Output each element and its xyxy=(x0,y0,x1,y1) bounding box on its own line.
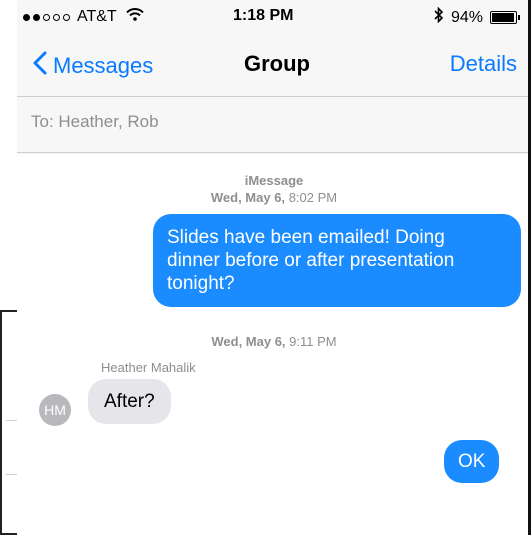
signal-dot-full xyxy=(23,13,30,21)
recipient-field[interactable]: To: Heather, Rob xyxy=(17,96,531,153)
message-text-line: tonight? xyxy=(167,273,235,294)
status-time: 1:18 PM xyxy=(233,7,294,24)
wifi-icon xyxy=(125,8,144,26)
timestamp-date: Wed, May 6, xyxy=(210,190,286,205)
incoming-message-bubble[interactable]: After? xyxy=(88,379,171,424)
battery-fill xyxy=(492,13,514,22)
timestamp-time: 8:02 PM xyxy=(288,190,338,205)
signal-and-carrier: AT&T xyxy=(23,8,144,26)
navigation-bar: Messages Group Details xyxy=(17,34,531,96)
signal-dot-empty xyxy=(43,13,50,21)
message-timestamp: iMessage Wed, May 6, 8:02 PM xyxy=(17,172,531,206)
avatar[interactable]: HM xyxy=(39,394,71,426)
outgoing-message-bubble[interactable]: OK xyxy=(444,440,500,483)
details-button[interactable]: Details xyxy=(450,51,517,77)
timestamp-time: 9:11 PM xyxy=(289,334,337,349)
timestamp-date: Wed, May 6, xyxy=(211,334,286,349)
sender-name: Heather Mahalik xyxy=(101,360,196,375)
carrier-name: AT&T xyxy=(77,8,117,25)
signal-dot-empty xyxy=(63,13,70,21)
message-text: After? xyxy=(104,391,155,412)
chevron-left-icon xyxy=(33,51,53,81)
service-label: iMessage xyxy=(244,173,304,188)
back-button-label: Messages xyxy=(53,53,154,78)
message-text-line: Slides have been emailed! Doing xyxy=(167,227,445,248)
signal-dot-full xyxy=(33,13,40,21)
message-text: OK xyxy=(458,451,486,472)
recipient-list: To: Heather, Rob xyxy=(31,112,159,131)
battery-percentage: 94% xyxy=(450,8,483,26)
outgoing-message-bubble[interactable]: Slides have been emailed! Doing dinner b… xyxy=(153,214,521,307)
battery-icon xyxy=(490,11,520,24)
status-bar: AT&T 1:18 PM 94% xyxy=(17,0,531,34)
message-timestamp: Wed, May 6, 9:11 PM xyxy=(17,333,531,350)
phone-screen: AT&T 1:18 PM 94% Messages Group Details … xyxy=(17,0,531,535)
bluetooth-icon xyxy=(434,6,444,28)
status-right-group: 94% xyxy=(434,6,520,28)
signal-dot-empty xyxy=(53,13,60,21)
back-button[interactable]: Messages xyxy=(33,51,153,81)
message-text-line: dinner before or after presentation xyxy=(167,250,455,271)
screenshot: 3 AT&T 1:18 PM xyxy=(0,0,531,535)
conversation-title: Group xyxy=(244,51,310,76)
